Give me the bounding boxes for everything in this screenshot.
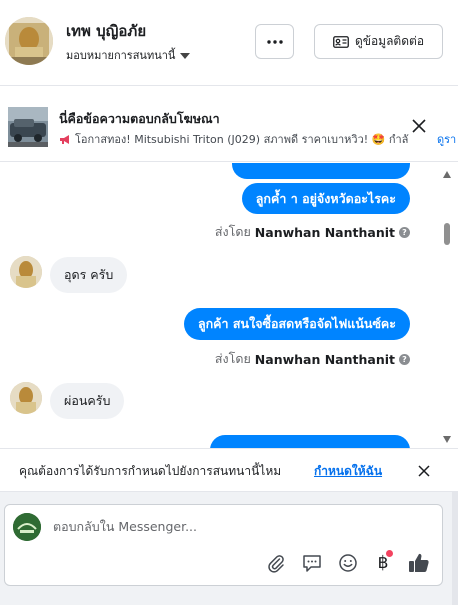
contact-name: เทพ บุญิอภัย — [66, 22, 147, 40]
contact-avatar-small[interactable] — [10, 256, 42, 288]
composer-area: ฿ — [0, 492, 458, 605]
help-icon[interactable]: ? — [399, 353, 410, 365]
reply-input[interactable] — [53, 519, 423, 534]
assign-to-me-link[interactable]: กำหนดให้ฉัน — [314, 462, 382, 481]
thumbs-up-icon — [409, 553, 429, 572]
message-bubble-outgoing[interactable]: ลูกค้ำ า อยู่จังหวัดอะไรคะ — [241, 183, 410, 214]
smiley-icon — [339, 554, 357, 572]
assign-prompt: คุณต้องการได้รับการกำหนดไปยังการสนทนานี้… — [0, 448, 458, 492]
attach-button[interactable] — [265, 552, 287, 574]
reply-composer[interactable]: ฿ — [4, 504, 443, 586]
saved-replies-button[interactable] — [301, 552, 323, 574]
contact-card-icon — [333, 35, 349, 48]
ad-thumbnail[interactable] — [8, 107, 48, 147]
payment-button[interactable]: ฿ — [372, 550, 394, 574]
message-text: ผ่อนครับ — [64, 393, 111, 408]
assign-prompt-text: คุณต้องการได้รับการกำหนดไปยังการสนทนานี้… — [19, 464, 282, 478]
assignment-label: มอบหมายการสนทนานี้ — [66, 49, 176, 62]
notification-dot — [386, 550, 393, 557]
ad-reply-title: นี่คือข้อความตอบกลับโฆษณา — [59, 111, 220, 126]
ad-reply-banner: นี่คือข้อความตอบกลับโฆษณา โอกาสทอง! Mits… — [0, 86, 458, 162]
sent-by-prefix: ส่งโดย — [214, 351, 251, 366]
message-bubble-incoming[interactable]: ผ่อนครับ — [50, 383, 125, 419]
ellipsis-icon — [266, 39, 283, 44]
ad-snippet-text: โอกาสทอง! Mitsubishi Triton (J029) สภาพด… — [75, 133, 409, 146]
message-bubble-outgoing-clipped — [232, 163, 410, 179]
message-text: ลูกค้ำ า อยู่จังหวัดอะไรคะ — [255, 190, 396, 206]
message-thread[interactable]: ลูกค้ำ า อยู่จังหวัดอะไรคะ ส่งโดย Nanwha… — [0, 163, 458, 448]
sender-name: Nanwhan Nanthanit — [254, 224, 395, 240]
speech-bubble-icon — [303, 555, 321, 572]
contact-avatar[interactable] — [5, 17, 53, 65]
message-text: ลูกค้า สนใจซื้อสดหรือจัดไฟแน้นซ์คะ — [197, 316, 396, 331]
ad-see-more-link[interactable]: ดูรา — [437, 130, 456, 148]
scroll-down-arrow-icon[interactable] — [443, 436, 451, 443]
close-icon[interactable] — [410, 117, 428, 135]
contact-avatar-small[interactable] — [10, 382, 42, 414]
view-contact-info-button[interactable]: ดูข้อมูลติดต่อ — [314, 24, 443, 59]
conversation-header: เทพ บุญิอภัย มอบหมายการสนทนานี้ ดูข้อมูล… — [0, 0, 458, 86]
message-bubble-outgoing[interactable]: ลูกค้า สนใจซื้อสดหรือจัดไฟแน้นซ์คะ — [183, 308, 410, 340]
close-icon[interactable] — [417, 464, 431, 478]
contact-info-label: ดูข้อมูลติดต่อ — [354, 34, 425, 48]
window-edge — [452, 492, 458, 605]
emoji-button[interactable] — [337, 552, 359, 574]
sent-by-label: ส่งโดย Nanwhan Nanthanit ? — [215, 222, 410, 242]
message-bubble-incoming[interactable]: อุดร ครับ — [50, 257, 128, 293]
paperclip-icon — [268, 555, 284, 573]
message-bubble-outgoing-clipped — [210, 435, 410, 448]
like-button[interactable] — [408, 552, 430, 574]
megaphone-icon — [60, 134, 69, 144]
message-text: อุดร ครับ — [64, 267, 114, 282]
more-options-button[interactable] — [255, 24, 294, 59]
sender-name: Nanwhan Nanthanit — [254, 351, 395, 367]
help-icon[interactable]: ? — [399, 226, 410, 238]
page-avatar — [13, 513, 41, 541]
ad-snippet: โอกาสทอง! Mitsubishi Triton (J029) สภาพด… — [59, 130, 408, 148]
sent-by-label: ส่งโดย Nanwhan Nanthanit ? — [215, 349, 410, 369]
scroll-thumb[interactable] — [444, 223, 450, 245]
sent-by-prefix: ส่งโดย — [214, 224, 251, 239]
assignment-dropdown[interactable]: มอบหมายการสนทนานี้ — [66, 46, 191, 64]
caret-down-icon — [180, 52, 191, 59]
thread-scrollbar[interactable] — [440, 163, 454, 448]
scroll-up-arrow-icon[interactable] — [443, 171, 451, 178]
